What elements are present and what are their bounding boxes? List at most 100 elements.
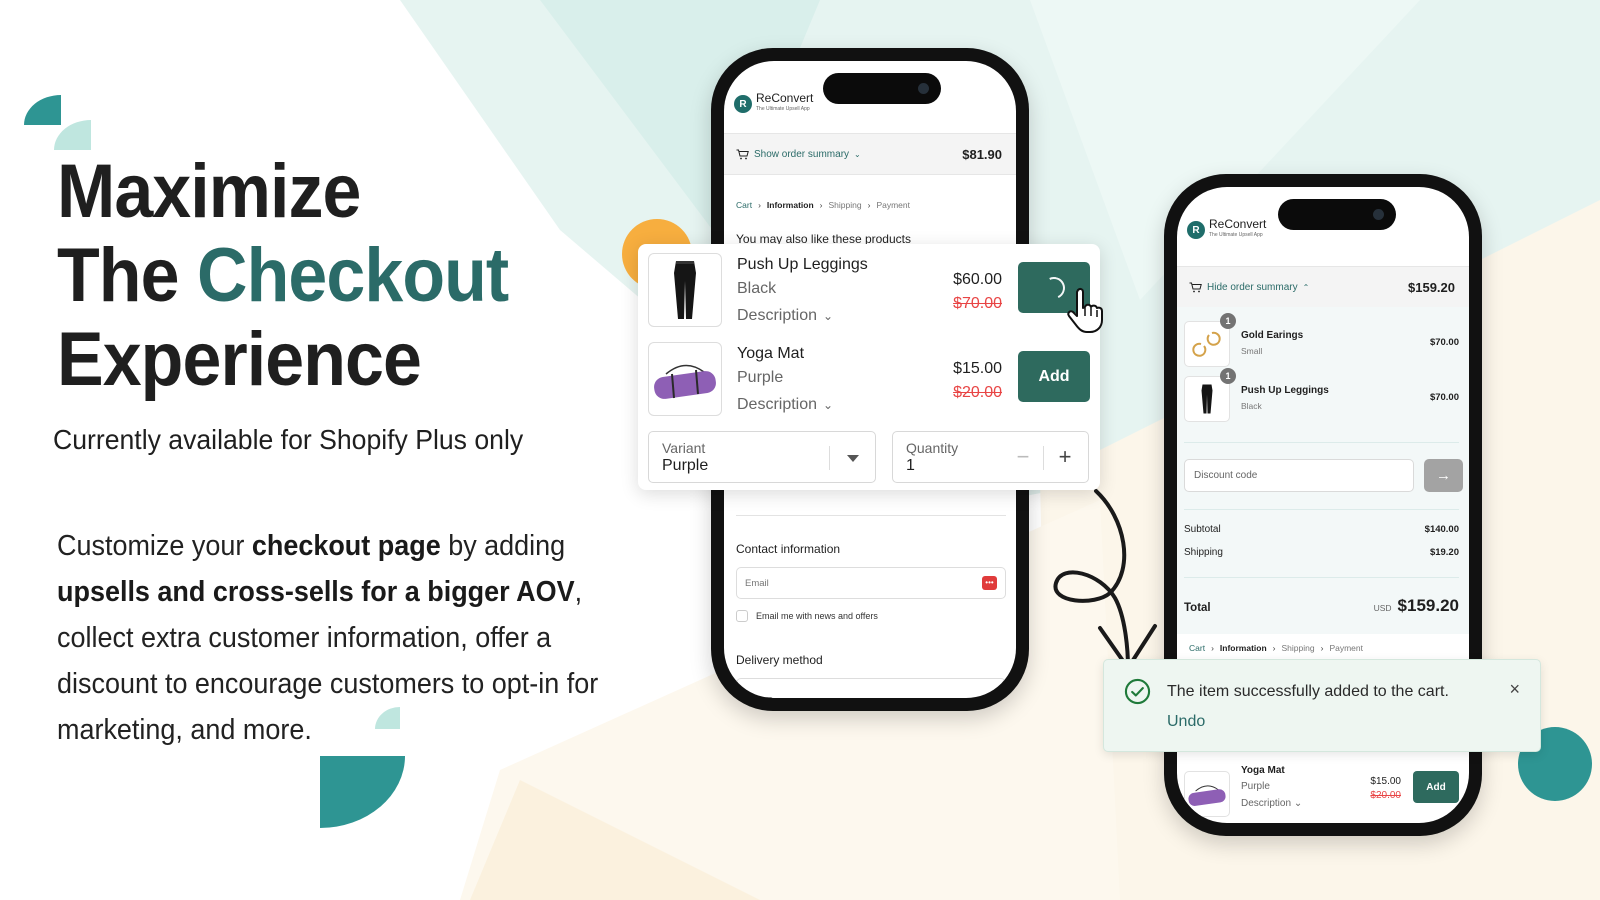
leggings-icon <box>674 261 696 319</box>
divider <box>736 515 1006 516</box>
product-price: $60.00 <box>953 271 1002 288</box>
shipping-row: Shipping $19.20 <box>1184 547 1459 558</box>
cart-icon <box>1189 282 1202 292</box>
product-image-leggings <box>648 253 722 327</box>
cart-icon <box>736 149 749 159</box>
logo-tagline: The Ultimate Upsell App <box>756 106 810 112</box>
discount-code-input[interactable]: Discount code <box>1184 459 1414 492</box>
dynamic-island <box>1278 199 1396 230</box>
product-name: Yoga Mat <box>1241 765 1285 776</box>
headline-line-2-prefix: The <box>57 233 198 318</box>
add-button[interactable]: Add <box>1413 771 1459 803</box>
hero-subhead: Currently available for Shopify Plus onl… <box>53 424 524 455</box>
product-variant: Black <box>737 280 777 297</box>
line-item-variant: Small <box>1241 346 1263 356</box>
earrings-icon <box>1192 331 1221 357</box>
line-item-price: $70.00 <box>1429 337 1459 348</box>
ship-label: Ship <box>784 697 803 699</box>
description-label: Description <box>737 396 818 413</box>
order-summary-bar[interactable]: Show order summary ⌄ $81.90 <box>724 133 1016 175</box>
logo-name: ReConvert <box>1209 217 1267 231</box>
breadcrumb-cart[interactable]: Cart <box>1189 643 1205 653</box>
chevron-right-icon: › <box>1211 643 1214 653</box>
toast-message: The item successfully added to the cart. <box>1167 683 1449 700</box>
breadcrumb-information: Information <box>766 200 814 210</box>
order-summary-label: Show order summary <box>754 148 850 160</box>
opt-in-checkbox[interactable] <box>736 610 748 622</box>
email-opt-in[interactable]: Email me with news and offers <box>736 610 878 622</box>
increment-button[interactable]: + <box>1053 444 1077 470</box>
breadcrumb-shipping: Shipping <box>828 200 862 210</box>
close-icon[interactable]: × <box>1509 679 1520 699</box>
breadcrumb: Cart › Information › Shipping › Payment <box>736 200 910 210</box>
decrement-button[interactable]: − <box>1011 444 1035 470</box>
product-compare-price: $20.00 <box>1370 790 1401 801</box>
divider <box>1184 577 1459 578</box>
chevron-right-icon: › <box>819 200 823 210</box>
subtotal-label: Subtotal <box>1184 524 1221 535</box>
chevron-right-icon: › <box>1272 643 1276 653</box>
dynamic-island <box>823 73 941 104</box>
product-image-yoga-mat <box>648 342 722 416</box>
order-total: $81.90 <box>962 146 1002 162</box>
chevron-down-icon: ⌄ <box>1293 798 1303 809</box>
order-summary-toggle[interactable]: Hide order summary ⌃ <box>1189 282 1309 293</box>
line-item-price: $70.00 <box>1429 392 1459 403</box>
body-text-1: Customize your <box>57 530 252 562</box>
order-summary-toggle[interactable]: Show order summary ⌄ <box>736 149 861 160</box>
ship-radio[interactable] <box>745 696 757 698</box>
description-toggle[interactable]: Description ⌄ <box>1241 798 1302 809</box>
product-compare-price: $70.00 <box>953 295 1002 312</box>
arrow-right-icon: → <box>1436 467 1451 484</box>
reconvert-logo-icon: R <box>1187 221 1205 239</box>
description-toggle[interactable]: Description ⌄ <box>737 396 833 414</box>
logo-tagline: The Ultimate Upsell App <box>1209 232 1263 238</box>
chevron-right-icon: › <box>867 200 871 210</box>
breadcrumb-payment: Payment <box>876 200 910 210</box>
email-field[interactable]: Email ••• <box>736 567 1006 599</box>
quantity-value: 1 <box>906 457 915 474</box>
store-logo: R ReConvert The Ultimate Upsell App <box>1187 217 1267 241</box>
line-item: 1 Push Up Leggings Black $70.00 <box>1184 368 1459 422</box>
hero-headline: Maximize The Checkout Experience <box>57 149 509 402</box>
add-button[interactable]: Add <box>1018 351 1090 402</box>
breadcrumb-payment: Payment <box>1329 643 1363 653</box>
headline-line-1: Maximize <box>57 149 361 234</box>
product-image-yoga-mat <box>1184 771 1230 817</box>
headline-line-3: Experience <box>57 317 422 402</box>
line-item-variant: Black <box>1241 401 1262 411</box>
headline-accent: Checkout <box>197 233 509 318</box>
hand-pointer-icon <box>1067 287 1103 333</box>
product-name: Push Up Leggings <box>737 256 868 273</box>
total-label: Total <box>1184 602 1211 614</box>
apply-discount-button[interactable]: → <box>1424 459 1463 492</box>
breadcrumb-information: Information <box>1219 643 1267 653</box>
caret-down-icon <box>847 455 859 462</box>
upsell-item: Yoga Mat Purple Description ⌄ $15.00 $20.… <box>648 342 1090 418</box>
variant-label: Variant <box>662 440 706 456</box>
delivery-option-ship[interactable]: ⛟ Ship <box>736 678 1006 698</box>
chevron-down-icon: ⌄ <box>823 309 834 323</box>
variant-select[interactable]: Variant Purple <box>648 431 876 483</box>
password-manager-icon[interactable]: ••• <box>982 576 997 590</box>
description-toggle[interactable]: Description ⌄ <box>737 307 833 325</box>
undo-button[interactable]: Undo <box>1167 713 1205 731</box>
divider <box>1184 442 1459 443</box>
body-text-2: by adding <box>440 530 566 562</box>
quantity-stepper[interactable]: Quantity 1 − + <box>892 431 1089 483</box>
divider <box>829 446 830 470</box>
chevron-up-icon: ⌃ <box>1302 282 1310 292</box>
quantity-badge: 1 <box>1220 368 1236 384</box>
logo-name: ReConvert <box>756 91 814 105</box>
check-circle-icon <box>1124 678 1151 705</box>
total-value: $159.20 <box>1397 596 1459 615</box>
breadcrumb-cart[interactable]: Cart <box>736 200 752 210</box>
yoga-mat-icon <box>1188 785 1226 806</box>
total-row: Total USD $159.20 <box>1184 596 1459 616</box>
product-name: Yoga Mat <box>737 345 805 362</box>
line-item-name: Gold Earings <box>1241 330 1304 341</box>
curly-arrow-icon <box>1053 489 1157 670</box>
breadcrumb-shipping: Shipping <box>1281 643 1315 653</box>
order-summary-bar[interactable]: Hide order summary ⌃ $159.20 <box>1177 266 1469 308</box>
chevron-down-icon: ⌄ <box>854 149 861 159</box>
